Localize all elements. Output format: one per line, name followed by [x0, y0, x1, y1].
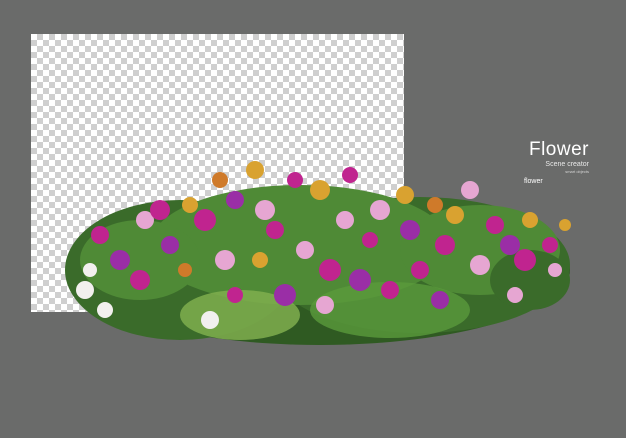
brand-block: Flower Scene creator smart objects — [528, 139, 589, 175]
brand-title: Flower — [528, 139, 589, 160]
brand-subtitle: Scene creator — [545, 161, 589, 168]
flower-bush-image — [65, 161, 571, 345]
image-label: flower — [524, 178, 543, 185]
brand-tagline: smart objects — [565, 169, 589, 174]
bush-foliage — [65, 185, 570, 345]
